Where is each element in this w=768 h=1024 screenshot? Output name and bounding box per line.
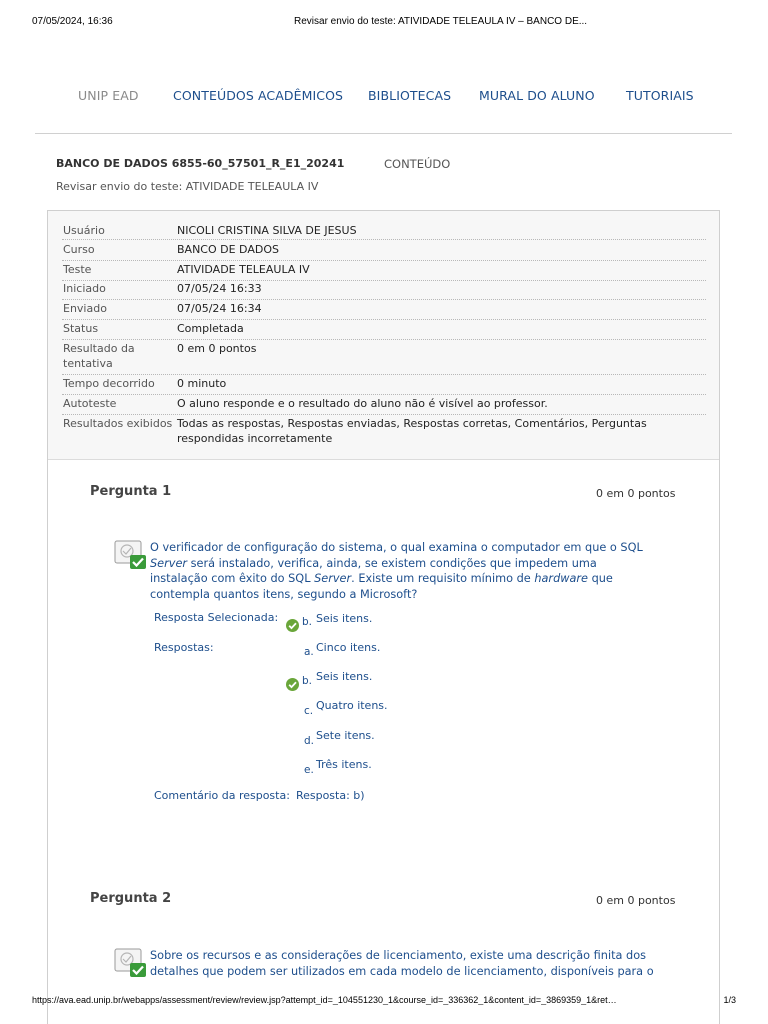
summary-value: ATIVIDADE TELEAULA IV (177, 263, 310, 276)
breadcrumb-section[interactable]: CONTEÚDO (384, 157, 450, 171)
answer-option-d: Sete itens. (316, 729, 375, 742)
answer-letter: d. (304, 735, 315, 747)
summary-row-tempo: Tempo decorrido 0 minuto (62, 376, 706, 395)
summary-value: O aluno responde e o resultado do aluno … (177, 397, 548, 410)
question-2-score: 0 em 0 pontos (596, 894, 676, 907)
nav-item-mural-do-aluno[interactable]: MURAL DO ALUNO (479, 88, 595, 103)
question-1-title: Pergunta 1 (90, 484, 172, 499)
answer-comment-label: Comentário da resposta: (154, 789, 290, 802)
summary-row-autoteste: Autoteste O aluno responde e o resultado… (62, 396, 706, 415)
attempt-summary: Usuário NICOLI CRISTINA SILVA DE JESUS C… (48, 211, 719, 460)
print-footer: https://ava.ead.unip.br/webapps/assessme… (32, 995, 736, 1009)
print-date: 07/05/2024, 16:36 (32, 16, 113, 27)
summary-label: Tempo decorrido (63, 377, 155, 390)
question-1-score: 0 em 0 pontos (596, 487, 676, 500)
top-navigation: UNIP EAD CONTEÚDOS ACADÊMICOS BIBLIOTECA… (0, 88, 768, 110)
selected-answer-text: Seis itens. (316, 612, 373, 625)
page-title: Revisar envio do teste: ATIVIDADE TELEAU… (56, 180, 319, 193)
summary-label: Autoteste (63, 397, 117, 410)
summary-row-usuario: Usuário NICOLI CRISTINA SILVA DE JESUS (62, 223, 706, 240)
summary-value: 07/05/24 16:34 (177, 302, 262, 315)
selected-answer-label: Resposta Selecionada: (154, 611, 279, 624)
question-text-italic: Server (314, 572, 352, 585)
answer-option-a: Cinco itens. (316, 641, 381, 654)
question-text-italic: hardware (534, 572, 588, 585)
answer-option-c: Quatro itens. (316, 699, 388, 712)
answer-letter: a. (304, 646, 314, 658)
nav-item-tutoriais[interactable]: TUTORIAIS (626, 88, 694, 103)
summary-label: Status (63, 322, 99, 335)
question-text-part: . Existe um requisito mínimo de (351, 572, 535, 585)
question-2-title: Pergunta 2 (90, 891, 172, 906)
review-content: Usuário NICOLI CRISTINA SILVA DE JESUS C… (47, 210, 720, 1024)
answers-label: Respostas: (154, 641, 214, 654)
summary-value: Todas as respostas, Respostas enviadas, … (177, 417, 647, 445)
nav-brand-unip-ead[interactable]: UNIP EAD (78, 88, 139, 103)
nav-divider (35, 133, 732, 134)
answer-comment: Comentário da resposta: Resposta: b) (154, 789, 365, 802)
answer-letter: c. (304, 705, 314, 717)
summary-label: Teste (63, 263, 92, 276)
print-page-number: 1/3 (723, 995, 736, 1005)
check-icon (286, 619, 299, 632)
summary-value: 0 minuto (177, 377, 227, 390)
summary-label: Resultados exibidos (63, 417, 173, 430)
question-1-text: O verificador de configuração do sistema… (150, 540, 655, 602)
summary-label: Iniciado (63, 282, 106, 295)
summary-row-curso: Curso BANCO DE DADOS (62, 242, 706, 261)
question-text-part: O verificador de configuração do sistema… (150, 541, 643, 554)
summary-value: 0 em 0 pontos (177, 342, 257, 355)
summary-value: 07/05/24 16:33 (177, 282, 262, 295)
answer-letter: e. (304, 764, 314, 776)
question-text-italic: Server (150, 556, 188, 570)
summary-label: Curso (63, 243, 95, 256)
summary-label: Resultado da tentativa (63, 342, 135, 370)
question-2-text: Sobre os recursos e as considerações de … (150, 949, 654, 978)
nav-item-conteudos-academicos[interactable]: CONTEÚDOS ACADÊMICOS (173, 88, 343, 103)
breadcrumb-course[interactable]: BANCO DE DADOS 6855-60_57501_R_E1_20241 (56, 157, 344, 170)
summary-row-resultados-exibidos: Resultados exibidos Todas as respostas, … (62, 416, 706, 450)
answer-option-b: Seis itens. (316, 670, 373, 683)
answer-letter: b. (302, 675, 313, 687)
summary-row-enviado: Enviado 07/05/24 16:34 (62, 301, 706, 320)
selected-answer-letter: b. (302, 616, 313, 628)
summary-row-teste: Teste ATIVIDADE TELEAULA IV (62, 262, 706, 281)
summary-row-status: Status Completada (62, 321, 706, 340)
summary-label: Enviado (63, 302, 107, 315)
question-correct-icon (114, 539, 146, 571)
summary-value: NICOLI CRISTINA SILVA DE JESUS (177, 224, 357, 237)
summary-row-iniciado: Iniciado 07/05/24 16:33 (62, 281, 706, 300)
print-header: 07/05/2024, 16:36 Revisar envio do teste… (32, 16, 736, 30)
summary-row-resultado: Resultado da tentativa 0 em 0 pontos (62, 341, 706, 375)
summary-value: BANCO DE DADOS (177, 243, 279, 256)
nav-item-bibliotecas[interactable]: BIBLIOTECAS (368, 88, 451, 103)
answer-option-e: Três itens. (316, 758, 372, 771)
summary-label: Usuário (63, 224, 105, 237)
question-correct-icon (114, 947, 146, 979)
answer-comment-text: Resposta: b) (295, 789, 365, 802)
summary-value: Completada (177, 322, 244, 335)
print-url: https://ava.ead.unip.br/webapps/assessme… (32, 995, 617, 1005)
check-icon (286, 678, 299, 691)
print-doc-title: Revisar envio do teste: ATIVIDADE TELEAU… (294, 16, 588, 27)
